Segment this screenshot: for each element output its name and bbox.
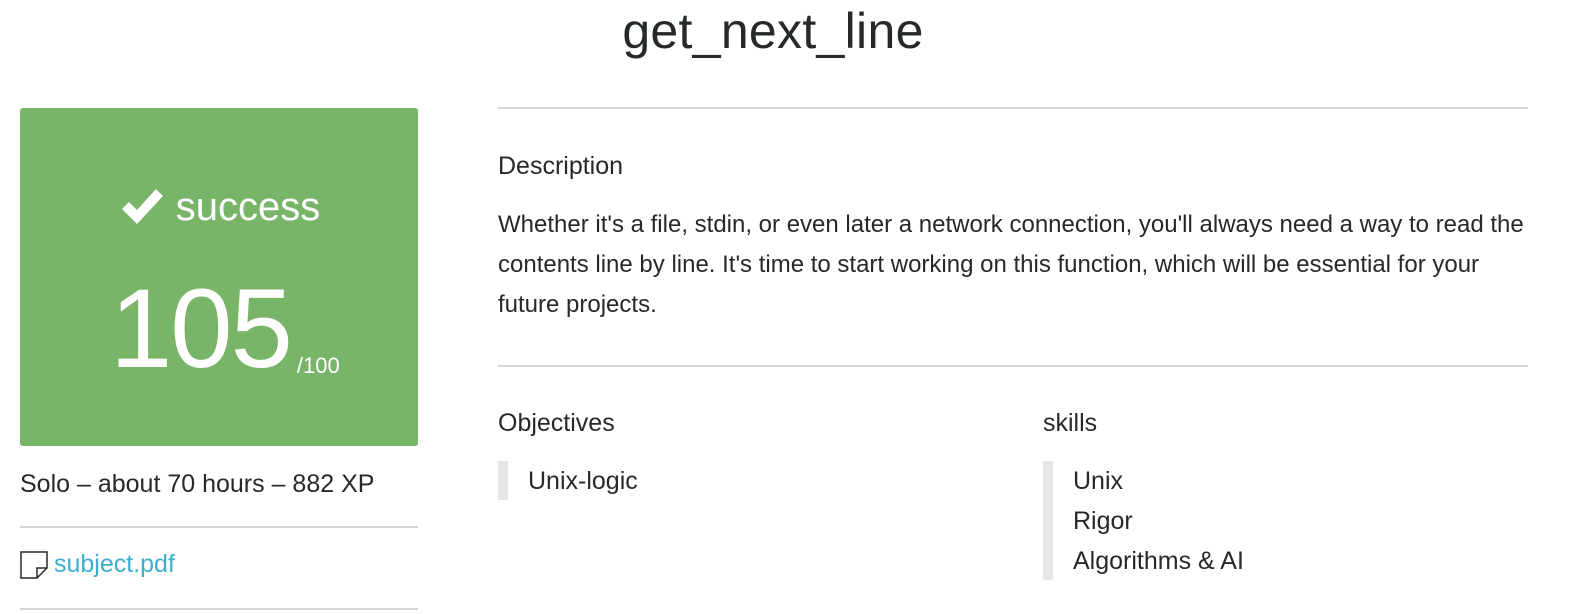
skill-item: Algorithms & AI [1073, 547, 1244, 575]
project-meta: Solo – about 70 hours – 882 XP [20, 470, 375, 498]
subject-pdf-link[interactable]: subject.pdf [54, 550, 175, 579]
skills-bar [1043, 461, 1053, 580]
attachment-row[interactable]: subject.pdf [20, 550, 175, 579]
score-value: 105 [110, 266, 293, 391]
divider [498, 365, 1528, 367]
objective-item: Unix-logic [528, 467, 638, 495]
score-max: /100 [296, 353, 340, 378]
objectives-bar [498, 461, 508, 500]
result-card: success 105 /100 [20, 108, 418, 446]
skill-item: Unix [1073, 467, 1124, 495]
status-label: success [175, 184, 321, 229]
status-row: success [20, 183, 418, 231]
document-icon [20, 550, 48, 579]
objectives-heading: Objectives [498, 409, 615, 437]
divider [20, 608, 418, 610]
score-row: 105 /100 [110, 273, 340, 385]
page-title: get_next_line [622, 3, 924, 59]
description-text: Whether it's a file, stdin, or even late… [498, 211, 1524, 318]
checkmark-icon [121, 189, 163, 224]
skill-item: Rigor [1073, 507, 1133, 535]
divider [498, 107, 1528, 109]
skills-heading: skills [1043, 409, 1098, 437]
divider [20, 526, 418, 528]
description-heading: Description [498, 152, 624, 180]
